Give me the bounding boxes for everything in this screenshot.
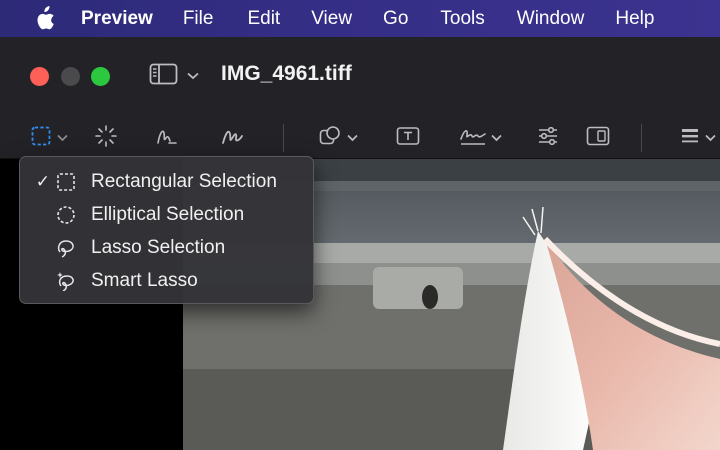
menu-edit[interactable]: Edit (247, 8, 280, 30)
chevron-down-icon (187, 67, 199, 85)
menu-preview[interactable]: Preview (81, 8, 153, 30)
menu-item-smart-lasso[interactable]: Smart Lasso (20, 264, 313, 297)
menu-file[interactable]: File (183, 8, 214, 30)
apple-menu-icon[interactable] (33, 5, 61, 33)
instant-alpha-button[interactable] (94, 124, 118, 153)
rectangular-selection-icon (30, 125, 52, 152)
elliptical-selection-icon (56, 204, 90, 226)
rectangular-selection-icon (56, 171, 90, 193)
selection-tool-button[interactable] (30, 125, 68, 151)
sketch-icon (155, 124, 179, 153)
adjust-color-button[interactable] (537, 125, 559, 151)
magic-wand-icon (94, 124, 118, 153)
smart-lasso-icon (56, 270, 90, 292)
chevron-down-icon (705, 129, 716, 147)
menu-item-label: Lasso Selection (91, 236, 226, 258)
menu-item-rectangular-selection[interactable]: ✓ Rectangular Selection (20, 165, 313, 198)
sliders-icon (537, 125, 559, 152)
zoom-button[interactable] (91, 67, 110, 86)
text-button[interactable] (396, 125, 420, 151)
menu-item-label: Rectangular Selection (91, 170, 277, 192)
selection-menu: ✓ Rectangular Selection Elliptical Selec… (19, 156, 314, 304)
resize-icon (586, 125, 610, 152)
minimize-button[interactable] (61, 67, 80, 86)
menu-window[interactable]: Window (517, 8, 585, 30)
menu-item-elliptical-selection[interactable]: Elliptical Selection (20, 198, 313, 231)
menu-bar: Preview File Edit View Go Tools Window H… (0, 0, 720, 37)
lasso-selection-icon (56, 237, 90, 259)
border-style-button[interactable] (680, 125, 716, 151)
signature-icon (458, 124, 488, 153)
chevron-down-icon (491, 129, 502, 147)
sidebar-icon (149, 63, 179, 90)
menu-item-label: Smart Lasso (91, 269, 198, 291)
chevron-down-icon (347, 129, 358, 147)
toolbar-separator (641, 124, 642, 152)
menu-item-label: Elliptical Selection (91, 203, 245, 225)
adjust-size-button[interactable] (586, 125, 610, 151)
menu-view[interactable]: View (311, 8, 352, 30)
line-weight-icon (680, 126, 700, 151)
chevron-down-icon (57, 129, 68, 147)
sidebar-toggle-button[interactable] (149, 63, 201, 89)
document-title: IMG_4961.tiff (221, 62, 352, 85)
draw-button[interactable] (220, 125, 246, 151)
shapes-button[interactable] (318, 125, 358, 151)
text-box-icon (396, 125, 420, 152)
menu-item-lasso-selection[interactable]: Lasso Selection (20, 231, 313, 264)
menu-help[interactable]: Help (615, 8, 654, 30)
menu-tools[interactable]: Tools (440, 8, 484, 30)
shapes-icon (318, 124, 342, 153)
sketch-button[interactable] (155, 125, 179, 151)
draw-icon (220, 124, 246, 153)
close-button[interactable] (30, 67, 49, 86)
sign-button[interactable] (458, 125, 502, 151)
menu-go[interactable]: Go (383, 8, 408, 30)
checkmark-icon: ✓ (35, 171, 50, 191)
toolbar-separator (283, 124, 284, 152)
